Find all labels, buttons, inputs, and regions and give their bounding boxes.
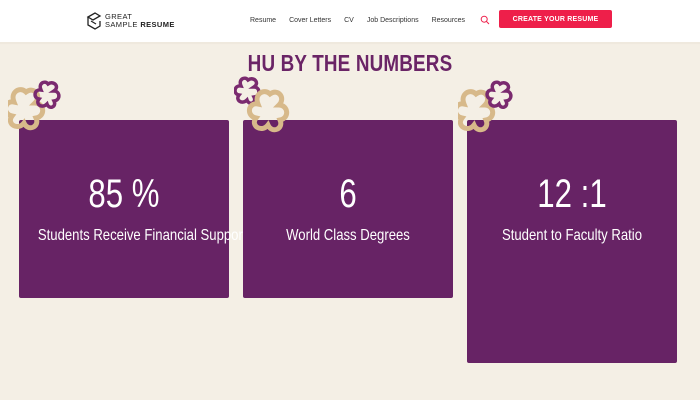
nav-item-job-descriptions[interactable]: Job Descriptions (367, 17, 419, 24)
stat-card-financial-support: 85 % Students Receive Financial Support (19, 120, 247, 298)
flower-decoration-icon (234, 76, 290, 133)
flower-decoration-icon (458, 80, 513, 133)
search-icon[interactable] (480, 15, 490, 25)
header-divider (0, 42, 700, 44)
site-header: GREAT SAMPLE RESUME Resume Cover Letters… (0, 0, 700, 42)
logo-line-2a: SAMPLE (105, 20, 141, 29)
section-title: HU BY THE NUMBERS (247, 50, 453, 76)
logo-icon (86, 12, 102, 30)
stat-label: World Class Degrees (286, 227, 410, 244)
main-nav: Resume Cover Letters CV Job Descriptions… (250, 13, 490, 27)
nav-item-cv[interactable]: CV (344, 17, 354, 24)
stat-card-faculty-ratio: 12 :1 Student to Faculty Ratio (467, 120, 677, 363)
stat-value: 85 % (88, 172, 160, 216)
stat-label: Student to Faculty Ratio (501, 227, 643, 244)
nav-item-resources[interactable]: Resources (432, 17, 465, 24)
stat-label: Students Receive Financial Support (37, 227, 247, 244)
nav-item-cover-letters[interactable]: Cover Letters (289, 17, 331, 24)
site-logo[interactable]: GREAT SAMPLE RESUME (86, 9, 175, 33)
flower-decoration-icon (8, 80, 61, 131)
logo-wordmark: GREAT SAMPLE RESUME (105, 13, 175, 29)
nav-item-resume[interactable]: Resume (250, 17, 276, 24)
logo-line-2b: RESUME (140, 20, 175, 29)
stat-card-degrees: 6 World Class Degrees (243, 120, 453, 298)
stat-value: 6 (339, 172, 357, 216)
page: GREAT SAMPLE RESUME Resume Cover Letters… (0, 0, 700, 400)
stat-value: 12 :1 (537, 172, 607, 216)
logo-line-2: SAMPLE RESUME (105, 21, 175, 29)
create-resume-button[interactable]: CREATE YOUR RESUME (499, 10, 612, 28)
